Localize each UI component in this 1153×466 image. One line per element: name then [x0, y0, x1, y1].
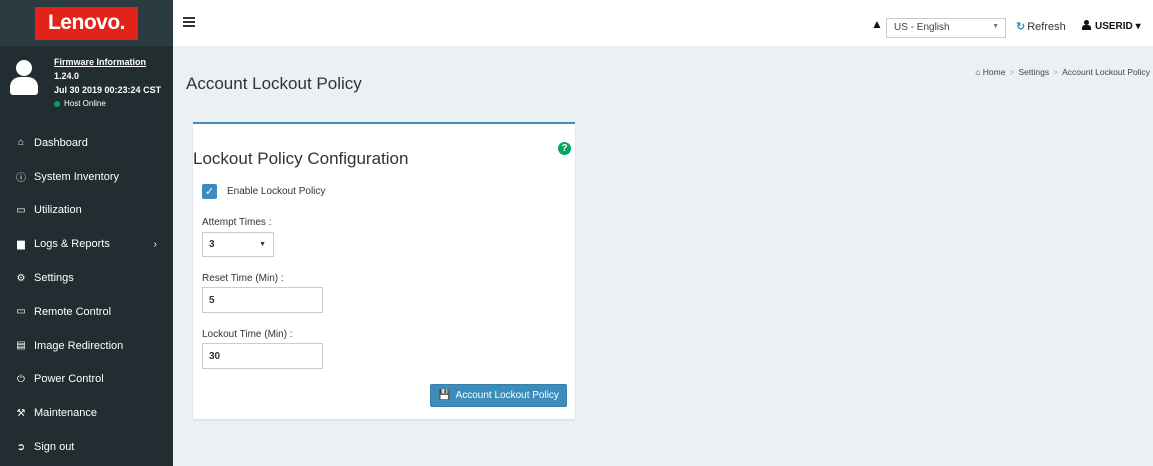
reset-time-label: Reset Time (Min) : — [202, 273, 284, 284]
sidebar-item-label: Dashboard — [34, 136, 88, 149]
laptop-icon: ▭ — [16, 204, 26, 216]
sidebar-item-label: Utilization — [34, 204, 82, 217]
save-lockout-policy-button[interactable]: 💾 Account Lockout Policy — [430, 384, 567, 407]
sidebar-item-remote-control[interactable]: ▭ Remote Control — [0, 295, 173, 329]
refresh-icon: ↻ — [1016, 21, 1026, 33]
logo-bar: Lenovo. — [0, 0, 173, 46]
sidebar-item-label: Sign out — [34, 441, 75, 454]
user-panel: Firmware Information 1.24.0 Jul 30 2019 … — [0, 46, 173, 126]
save-icon: 💾 — [438, 390, 451, 401]
language-select[interactable]: US - English ▼ — [886, 18, 1006, 38]
warning-icon[interactable]: ▲ — [871, 17, 883, 31]
firmware-info-link[interactable]: Firmware Information — [54, 56, 173, 69]
sidebar-menu: ⌂ Dashboard ⓘ System Inventory ▭ Utilizatio… — [0, 126, 173, 464]
attempt-times-value: 3 — [209, 239, 215, 250]
sidebar-item-label: Power Control — [34, 373, 104, 386]
monitor-icon: ▭ — [16, 306, 26, 318]
user-icon — [1081, 20, 1091, 30]
hdd-icon: ▤ — [16, 340, 26, 352]
host-status: Host Online — [54, 97, 173, 111]
wrench-icon: ⚒ — [16, 407, 26, 419]
page-title: Account Lockout Policy — [186, 74, 362, 93]
lockout-time-label: Lockout Time (Min) : — [202, 329, 293, 340]
lockout-policy-box: Lockout Policy Configuration ? ✓ Enable … — [193, 122, 575, 419]
sidebar-item-settings[interactable]: ⚙ Settings — [0, 261, 173, 295]
enable-lockout-row: ✓ Enable Lockout Policy — [202, 184, 325, 199]
sidebar-item-power-control[interactable]: ⏻ Power Control — [0, 363, 173, 397]
sidebar-item-sign-out[interactable]: ➲ Sign out — [0, 430, 173, 464]
lockout-time-input[interactable] — [202, 343, 323, 369]
top-navbar: ▲ US - English ▼ ↻ Refresh USERID ▾ — [173, 0, 1153, 46]
attempt-times-label: Attempt Times : — [202, 217, 272, 228]
user-menu-label: USERID — [1095, 21, 1133, 32]
host-status-label: Host Online — [64, 99, 106, 108]
user-avatar-icon — [10, 60, 38, 96]
firmware-version: 1.24.0 — [54, 71, 80, 81]
power-icon: ⏻ — [17, 373, 25, 385]
breadcrumb: ⌂ Home > Settings > Account Lockout Policy — [975, 67, 1150, 77]
sidebar-item-logs-reports[interactable]: ▆ Logs & Reports › — [0, 227, 173, 261]
hamburger-menu-icon[interactable] — [183, 17, 195, 27]
sidebar-item-dashboard[interactable]: ⌂ Dashboard — [0, 126, 173, 160]
sidebar: Lenovo. Firmware Information 1.24.0 Jul … — [0, 0, 173, 466]
save-button-label: Account Lockout Policy — [455, 390, 559, 401]
sidebar-item-image-redirection[interactable]: ▤ Image Redirection — [0, 329, 173, 363]
caret-down-icon: ▾ — [1135, 21, 1141, 32]
breadcrumb-settings-link[interactable]: Settings — [1018, 67, 1049, 77]
gear-icon: ⚙ — [16, 272, 26, 284]
chevron-down-icon: ▼ — [259, 241, 266, 248]
sidebar-item-label: Remote Control — [34, 305, 112, 318]
bar-chart-icon: ▆ — [17, 238, 25, 250]
home-icon: ⌂ — [17, 137, 25, 149]
firmware-datetime: Jul 30 2019 00:23:24 CST — [54, 85, 162, 95]
status-dot-icon — [54, 101, 60, 107]
breadcrumb-current: Account Lockout Policy — [1062, 67, 1150, 77]
sidebar-item-utilization[interactable]: ▭ Utilization — [0, 194, 173, 228]
attempt-times-select[interactable]: 3 ▼ — [202, 232, 274, 257]
chevron-right-icon: › — [153, 238, 157, 250]
chevron-down-icon: ▼ — [992, 23, 999, 30]
refresh-label: Refresh — [1027, 21, 1066, 33]
breadcrumb-home-link[interactable]: Home — [983, 67, 1006, 77]
user-menu[interactable]: USERID ▾ — [1081, 20, 1141, 32]
sidebar-item-maintenance[interactable]: ⚒ Maintenance — [0, 396, 173, 430]
box-title: Lockout Policy Configuration — [193, 149, 409, 168]
enable-lockout-checkbox[interactable]: ✓ — [202, 184, 217, 199]
lenovo-logo[interactable]: Lenovo. — [35, 6, 138, 40]
sidebar-item-label: System Inventory — [34, 170, 119, 183]
language-select-value: US - English — [894, 22, 950, 33]
help-icon[interactable]: ? — [558, 142, 571, 155]
sidebar-item-system-inventory[interactable]: ⓘ System Inventory — [0, 160, 173, 194]
refresh-button[interactable]: ↻ Refresh — [1016, 20, 1066, 33]
enable-lockout-label: Enable Lockout Policy — [227, 186, 326, 197]
reset-time-input[interactable] — [202, 287, 323, 313]
sidebar-item-label: Maintenance — [34, 407, 97, 420]
sidebar-item-label: Image Redirection — [34, 339, 124, 352]
home-icon: ⌂ — [975, 67, 981, 77]
info-icon: ⓘ — [16, 173, 26, 185]
sidebar-item-label: Logs & Reports — [34, 238, 110, 251]
sidebar-item-label: Settings — [34, 272, 74, 285]
sign-out-icon: ➲ — [16, 441, 26, 453]
